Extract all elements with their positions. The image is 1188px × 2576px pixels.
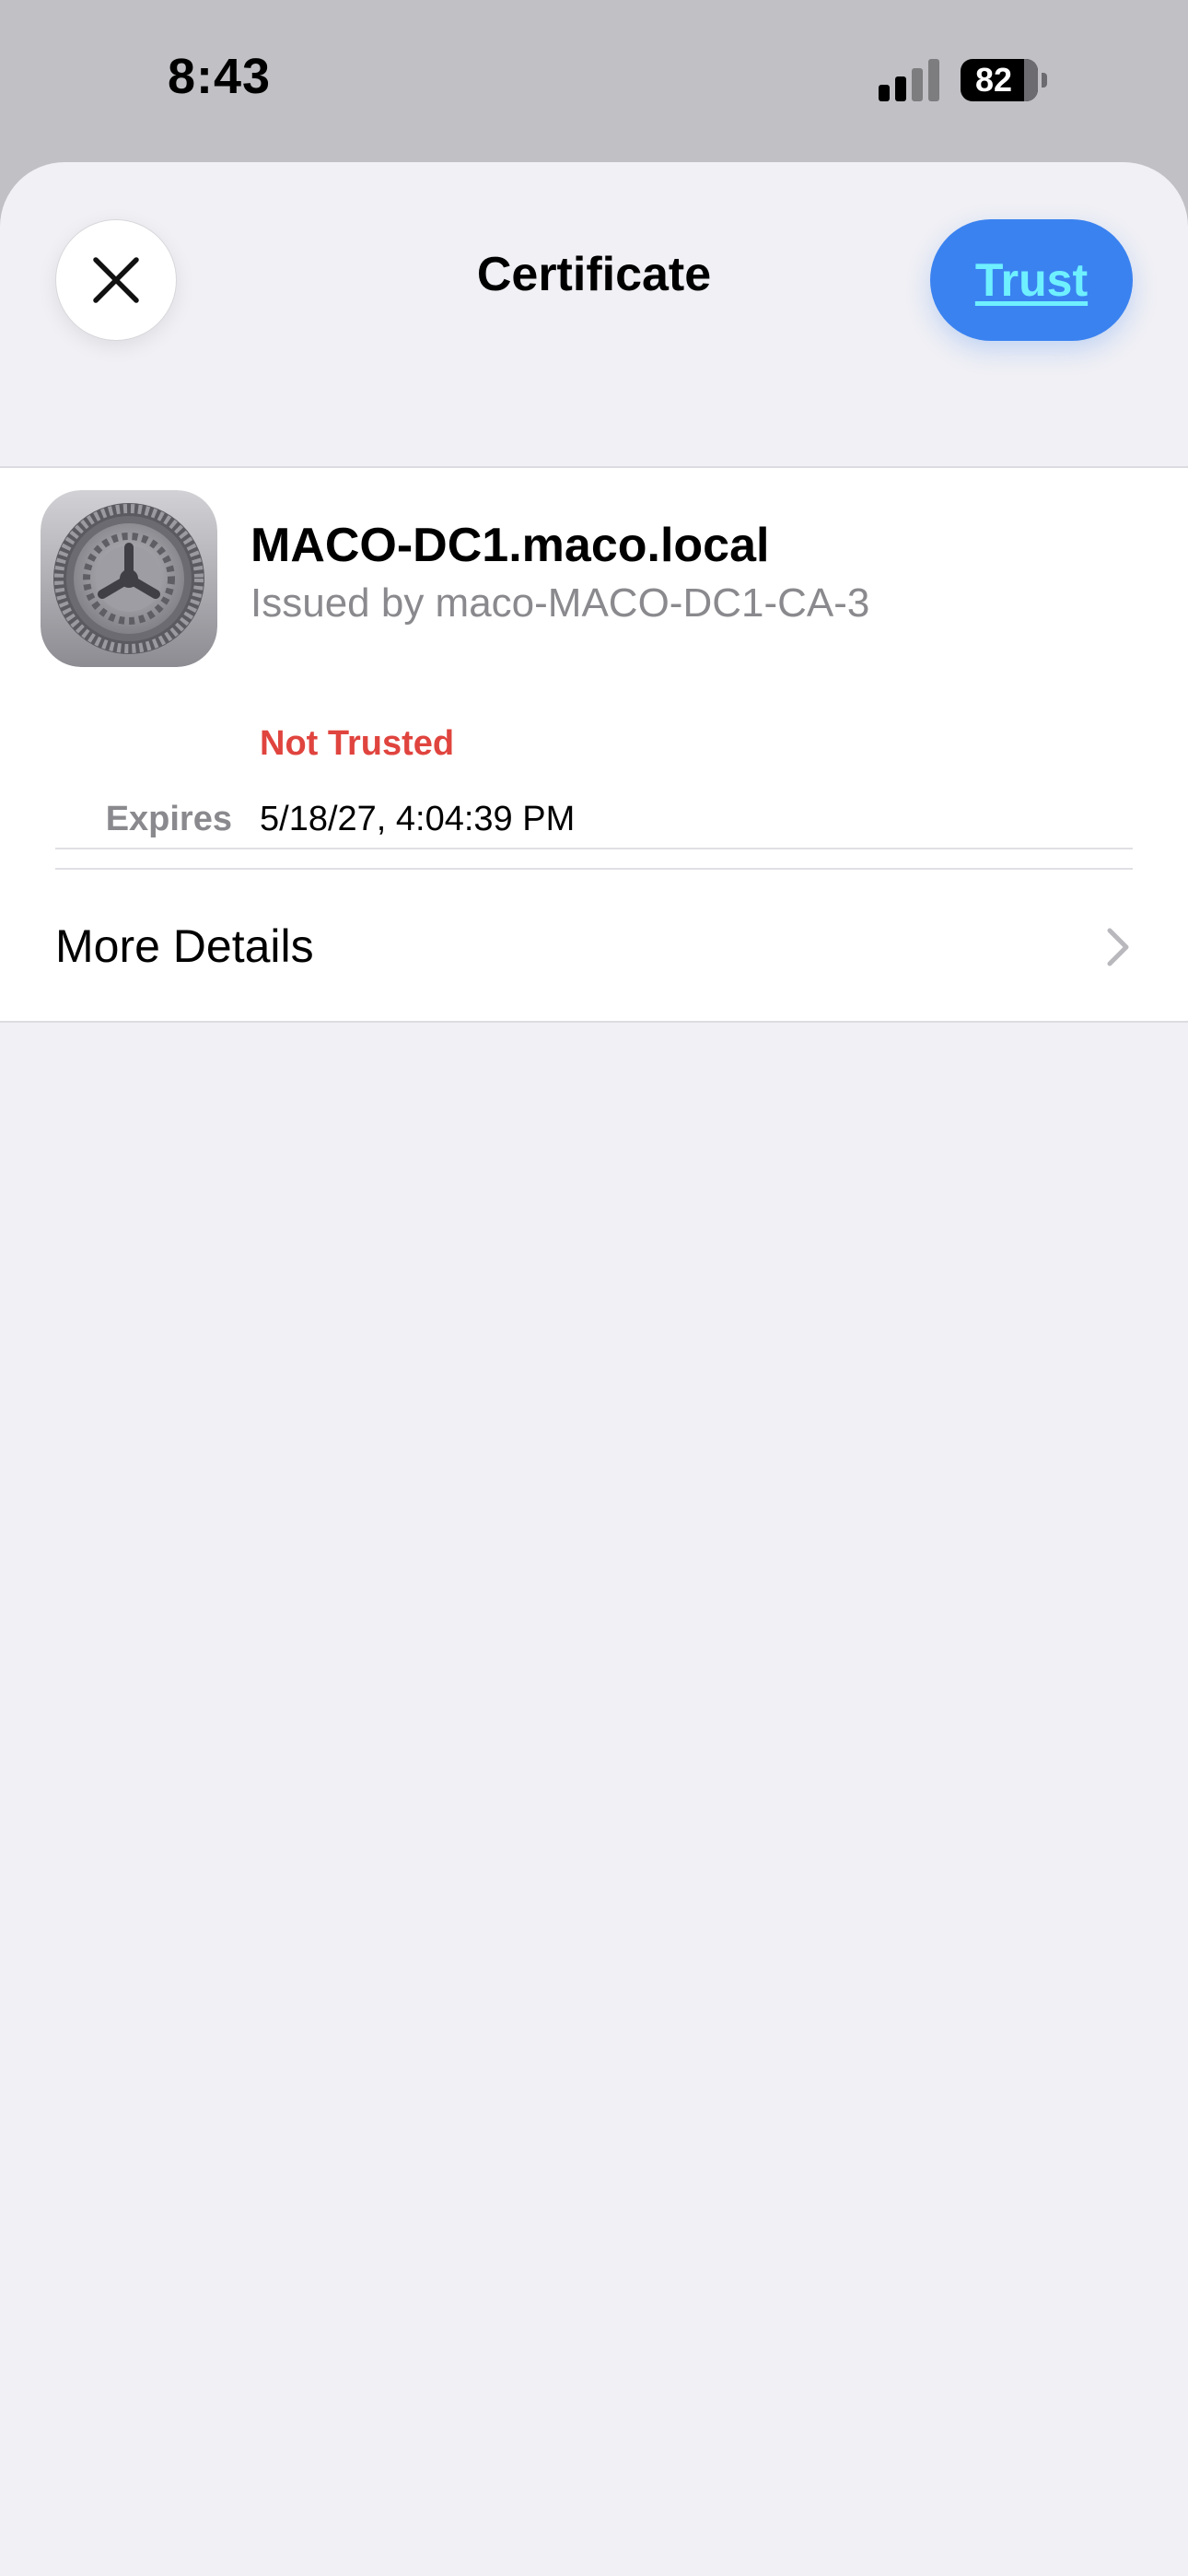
expires-value: 5/18/27, 4:04:39 PM — [260, 800, 576, 838]
divider — [55, 848, 1133, 849]
battery-body: 82 — [961, 59, 1038, 101]
expires-label: Expires — [105, 800, 232, 838]
chevron-right-icon — [1107, 928, 1129, 966]
certificate-sheet: Certificate Trust MACO-DC1.maco.local Is… — [0, 162, 1188, 2576]
battery-icon: 82 — [961, 59, 1047, 101]
certificate-name: MACO-DC1.maco.local — [250, 519, 770, 572]
battery-percent: 82 — [974, 61, 1013, 99]
certificate-card: MACO-DC1.maco.local Issued by maco-MACO-… — [0, 466, 1188, 1023]
certificate-issuer: Issued by maco-MACO-DC1-CA-3 — [250, 580, 870, 626]
battery-cap — [1042, 73, 1047, 88]
status-time: 8:43 — [168, 49, 272, 104]
more-details-row[interactable]: More Details — [0, 870, 1188, 1023]
more-details-label: More Details — [55, 920, 314, 972]
trust-status: Not Trusted — [260, 724, 455, 763]
trust-button[interactable]: Trust — [930, 219, 1133, 341]
settings-gear-icon — [41, 490, 217, 667]
screen: 8:43 82 Certificate Trust MACO-DC1.maco.… — [0, 0, 1188, 2576]
status-bar: 8:43 82 — [0, 0, 1188, 162]
cellular-signal-icon — [879, 59, 939, 101]
